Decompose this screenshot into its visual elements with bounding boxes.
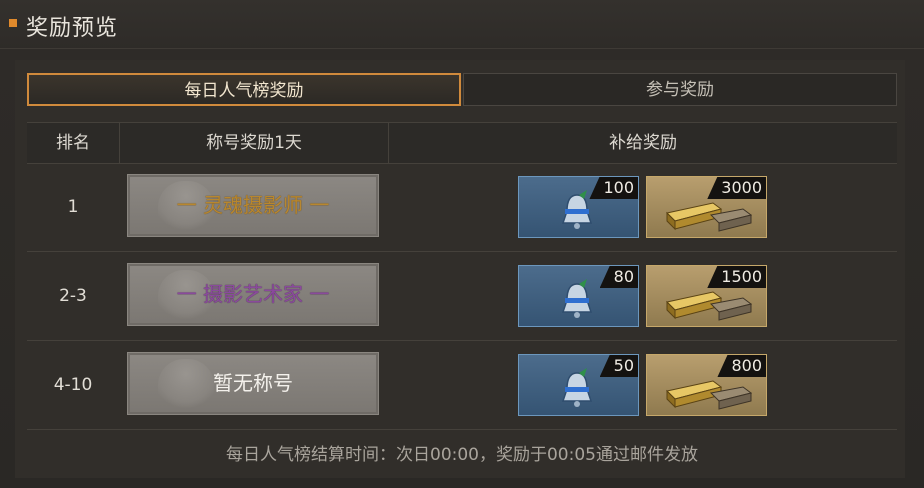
table-row: 2-3 一 摄影艺术家 一 80 1500 <box>27 252 897 341</box>
rank-value: 4-10 <box>53 375 93 395</box>
table-header: 排名 称号奖励1天 补给奖励 <box>27 122 897 164</box>
title-marker <box>9 19 17 27</box>
reward-item-bell[interactable]: 50 <box>518 354 639 416</box>
rank-value: 1 <box>67 197 79 217</box>
table-row: 1 一 灵魂摄影师 一 100 3000 <box>27 163 897 252</box>
title-card[interactable]: 一 灵魂摄影师 一 <box>127 174 379 237</box>
item-quantity: 3000 <box>707 177 766 199</box>
title-name: 暂无称号 <box>213 371 293 395</box>
panel-title: 奖励预览 <box>26 16 119 41</box>
bell-icon <box>561 368 593 407</box>
tab-participation-rewards[interactable]: 参与奖励 <box>463 73 897 106</box>
settlement-note: 每日人气榜结算时间：次日00:00，奖励于00:05通过邮件发放 <box>226 445 698 465</box>
reward-item-gold[interactable]: 1500 <box>646 265 767 327</box>
item-quantity: 800 <box>717 355 766 377</box>
item-quantity: 1500 <box>707 266 766 288</box>
title-card[interactable]: 一 摄影艺术家 一 <box>127 263 379 326</box>
item-quantity: 80 <box>599 266 638 288</box>
table-row: 4-10 暂无称号 50 800 <box>27 341 897 430</box>
header-supply-reward: 补给奖励 <box>609 133 677 153</box>
reward-item-bell[interactable]: 80 <box>518 265 639 327</box>
reward-table: 排名 称号奖励1天 补给奖励 1 一 灵魂摄影师 一 100 3000 2-3 … <box>27 122 897 430</box>
reward-item-gold[interactable]: 3000 <box>646 176 767 238</box>
bell-icon <box>561 279 593 318</box>
header-title-reward: 称号奖励1天 <box>206 133 302 153</box>
reward-item-gold[interactable]: 800 <box>646 354 767 416</box>
title-card[interactable]: 暂无称号 <box>127 352 379 415</box>
item-quantity: 100 <box>589 177 638 199</box>
reward-preview-panel: 奖励预览 每日人气榜奖励 参与奖励 排名 称号奖励1天 补给奖励 1 一 灵魂摄… <box>0 0 924 488</box>
title-bar: 奖励预览 <box>0 0 924 49</box>
title-name: 一 摄影艺术家 一 <box>176 282 330 306</box>
header-rank: 排名 <box>56 133 90 153</box>
reward-item-bell[interactable]: 100 <box>518 176 639 238</box>
title-name: 一 灵魂摄影师 一 <box>176 193 330 217</box>
item-quantity: 50 <box>599 355 638 377</box>
rank-value: 2-3 <box>59 286 87 306</box>
tab-daily-popularity-rewards[interactable]: 每日人气榜奖励 <box>27 73 461 106</box>
